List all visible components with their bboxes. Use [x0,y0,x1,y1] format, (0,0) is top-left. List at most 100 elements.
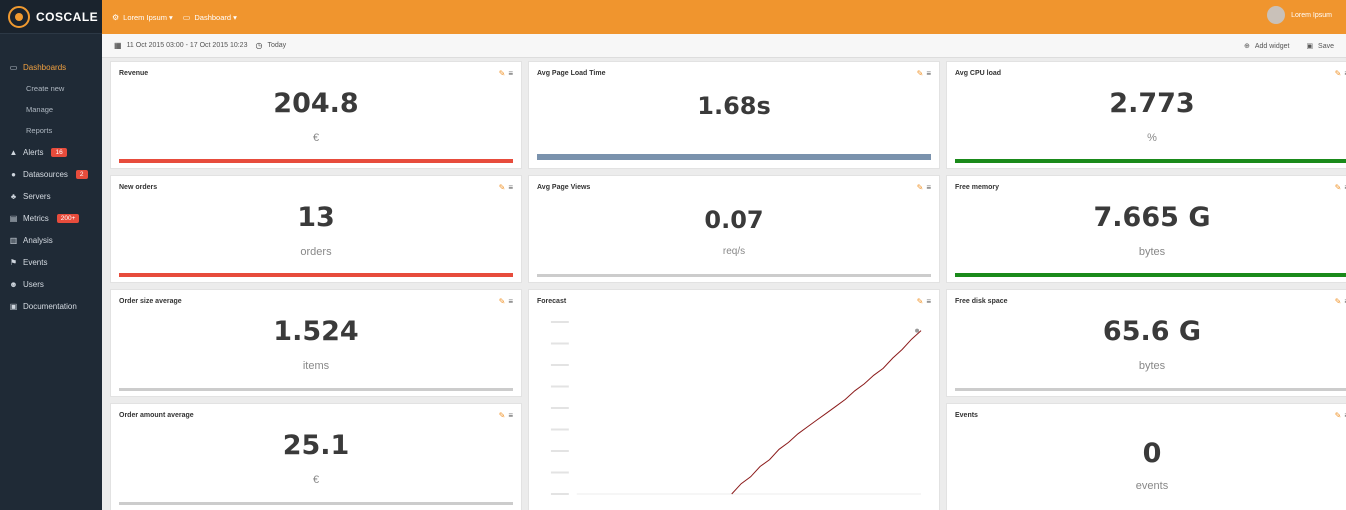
forecast-chart [537,312,931,508]
widget-value: 1.524 [273,316,359,347]
widget-tools: ✎≡ [499,183,513,192]
sidebar-item-metrics[interactable]: ▤ Metrics 200+ [0,207,102,229]
widget-unit: € [312,474,320,486]
menu-icon[interactable]: ≡ [926,297,931,306]
edit-icon[interactable]: ✎ [499,297,506,306]
status-bar [119,388,513,391]
sidebar: COSCALE ▭ Dashboards Create new Manage R… [0,0,102,510]
sidebar-item-label: Events [23,257,48,267]
sidebar-item-label: Reports [26,126,53,135]
forecast-end-point [915,328,920,333]
menu-icon[interactable]: ≡ [508,411,513,420]
edit-icon[interactable]: ✎ [1335,411,1342,420]
sidebar-item-datasources[interactable]: ● Datasources 2 [0,163,102,185]
flag-icon: ⚑ [9,257,18,267]
sidebar-item-create-new[interactable]: Create new [0,78,102,99]
workspace-label: Lorem Ipsum ▾ [123,12,173,22]
period-label[interactable]: Today [267,42,286,49]
save-button[interactable]: ▣ Save [1303,40,1340,52]
alerts-count-badge: 16 [51,147,67,157]
widget-tools: ✎≡ [917,183,931,192]
widget-title: Avg CPU load [955,70,1002,77]
sidebar-item-events[interactable]: ⚑ Events [0,251,102,273]
sidebar-item-alerts[interactable]: ▲ Alerts 16 [0,141,102,163]
edit-icon[interactable]: ✎ [1335,69,1342,78]
sidebar-item-label: Dashboards [23,62,67,72]
sidebar-item-users[interactable]: ☻ Users [0,273,102,295]
status-bar [537,274,931,277]
sidebar-item-label: Alerts [23,147,44,157]
widget-revenue: Revenue ✎ ≡ 204.8 € [110,61,522,169]
widget-value: 65.6 G [1102,316,1202,347]
widget-tools: ✎≡ [917,297,931,306]
sidebar-item-reports[interactable]: Reports [0,120,102,141]
edit-icon[interactable]: ✎ [1335,297,1342,306]
logo-icon [8,5,30,28]
time-range-bar: ▦ 11 Oct 2015 03:00 - 17 Oct 2015 10:23 … [102,34,1346,58]
sidebar-item-analysis[interactable]: ▥ Analysis [0,229,102,251]
forecast-series-line [731,330,922,495]
edit-icon[interactable]: ✎ [917,183,924,192]
edit-icon[interactable]: ✎ [1335,183,1342,192]
menu-icon[interactable]: ≡ [508,69,513,78]
widget-value: 2.773 [1109,88,1195,119]
save-label: Save [1318,42,1334,50]
edit-icon[interactable]: ✎ [499,411,506,420]
metrics-count-badge: 200+ [56,213,80,223]
calendar-icon[interactable]: ▦ [114,41,122,50]
widget-title: Free disk space [955,298,1008,305]
widget-unit: orders [300,246,332,258]
user-menu[interactable]: Lorem Ipsum [1267,6,1332,24]
sidebar-item-documentation[interactable]: ▣ Documentation [0,295,102,317]
sidebar-item-servers[interactable]: ♣ Servers [0,185,102,207]
sidebar-item-manage[interactable]: Manage [0,99,102,120]
sidebar-item-label: Users [23,279,44,289]
menu-icon[interactable]: ≡ [926,183,931,192]
sidebar-item-label: Analysis [23,235,53,245]
plug-icon: ● [11,169,16,179]
menu-icon[interactable]: ≡ [926,69,931,78]
menu-icon[interactable]: ≡ [508,297,513,306]
list-icon: ▤ [9,213,18,223]
sitemap-icon: ♣ [10,191,17,201]
edit-icon[interactable]: ✎ [499,69,506,78]
status-bar [119,273,513,277]
widget-order-amount-average: Order amount average ✎ ≡ 25.1 € [110,403,522,510]
status-bar [119,502,513,505]
app-root: COSCALE ▭ Dashboards Create new Manage R… [0,0,1346,510]
widget-value: 7.665 G [1093,202,1211,233]
users-icon: ☻ [9,279,18,289]
widget-unit: events [1135,480,1169,492]
widget-title: Free memory [955,184,999,191]
add-widget-button[interactable]: ⊕ Add widget [1241,40,1295,52]
edit-icon[interactable]: ✎ [917,69,924,78]
menu-icon[interactable]: ≡ [508,183,513,192]
widget-events: Events ✎≡ 0 events [946,403,1346,510]
workspace-dropdown[interactable]: ⚙ Lorem Ipsum ▾ [112,13,173,22]
logo-text: COSCALE [36,9,99,24]
datasources-count-badge: 2 [75,169,88,179]
widget-new-orders: New orders ✎ ≡ 13 orders [110,175,522,283]
avatar [1267,6,1286,24]
widget-tools: ✎≡ [1335,183,1346,192]
status-bar [955,273,1346,277]
widget-unit: req/s [722,246,746,257]
date-range[interactable]: 11 Oct 2015 03:00 - 17 Oct 2015 10:23 [127,42,248,49]
sidebar-item-dashboards[interactable]: ▭ Dashboards [0,56,102,78]
widget-tools: ✎≡ [499,69,513,78]
widget-unit: bytes [1138,246,1166,258]
widget-value: 204.8 [273,88,359,119]
widget-title: Events [955,412,978,419]
sidebar-item-label: Manage [26,105,54,114]
widget-title: Revenue [119,70,149,77]
widget-free-disk-space: Free disk space ✎≡ 65.6 G bytes [946,289,1346,397]
dashboard-label: Dashboard ▾ [194,12,237,22]
dashboard-dropdown[interactable]: ▭ Dashboard ▾ [183,13,237,22]
sidebar-item-label: Servers [23,191,51,201]
widget-title: Order amount average [119,412,194,419]
logo[interactable]: COSCALE [0,0,102,34]
edit-icon[interactable]: ✎ [499,183,506,192]
warning-icon: ▲ [9,147,18,157]
edit-icon[interactable]: ✎ [917,297,924,306]
status-bar [119,159,513,163]
